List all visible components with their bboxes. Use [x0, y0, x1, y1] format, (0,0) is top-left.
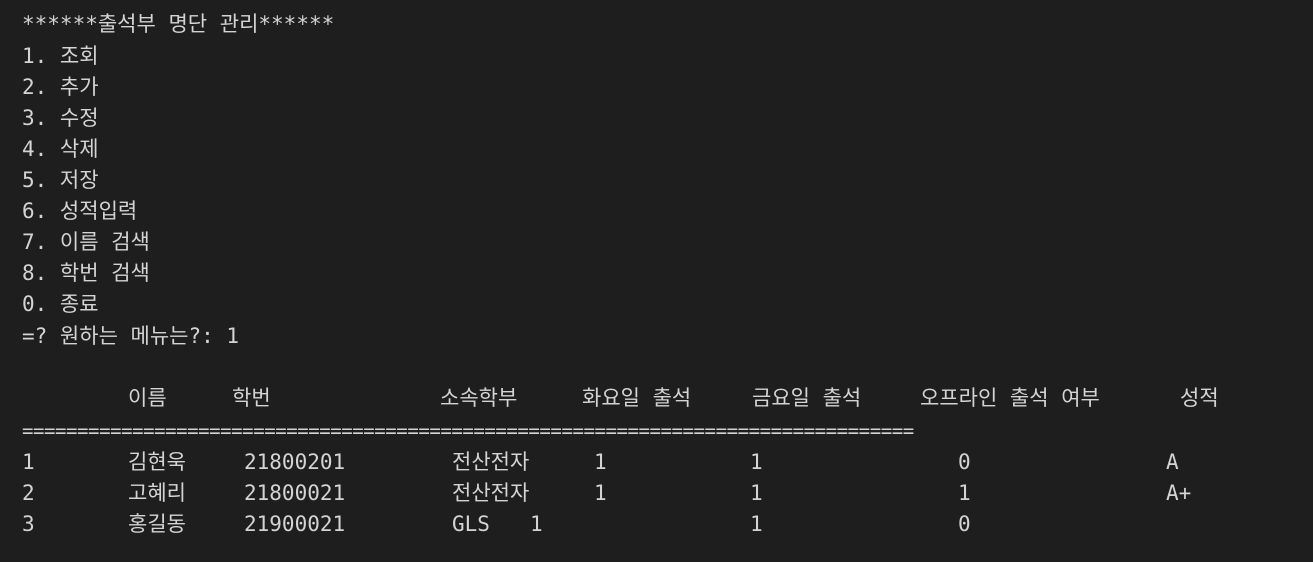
row-tuesday: 1	[594, 450, 607, 474]
row-number: 2	[22, 481, 35, 505]
row-name: 홍길동	[128, 512, 186, 536]
header-department: 소속학부	[440, 386, 518, 410]
row-student-id: 21800201	[244, 450, 346, 474]
row-department: GLS	[452, 512, 490, 536]
menu-item-grade-input: 6. 성적입력	[22, 199, 138, 223]
row-tuesday: 1	[594, 481, 607, 505]
header-student-id: 학번	[232, 386, 271, 410]
menu-item-exit: 0. 종료	[22, 292, 99, 316]
menu-item-edit: 3. 수정	[22, 106, 99, 130]
header-grade: 성적	[1180, 386, 1219, 410]
row-friday: 1	[750, 481, 763, 505]
row-offline: 1	[958, 481, 971, 505]
row-offline: 0	[958, 450, 971, 474]
header-friday: 금요일 출석	[752, 386, 862, 410]
header-tuesday: 화요일 출석	[582, 386, 692, 410]
menu-prompt[interactable]: =? 원하는 메뉴는?: 1	[22, 322, 239, 350]
row-number: 3	[22, 512, 35, 536]
row-tuesday: 1	[530, 512, 543, 536]
menu-item-view: 1. 조회	[22, 44, 99, 68]
menu-title: ******출석부 명단 관리******	[22, 12, 335, 36]
row-student-id: 21900021	[244, 512, 346, 536]
row-name: 고혜리	[128, 481, 186, 505]
menu-item-save: 5. 저장	[22, 168, 99, 192]
row-department: 전산전자	[452, 481, 530, 505]
header-name: 이름	[128, 386, 167, 410]
menu-item-id-search: 8. 학번 검색	[22, 261, 150, 285]
terminal-window: ******출석부 명단 관리****** 1. 조회 2. 추가 3. 수정 …	[0, 0, 1313, 562]
row-grade: A+	[1166, 481, 1192, 505]
row-student-id: 21800021	[244, 481, 346, 505]
row-friday: 1	[750, 450, 763, 474]
row-name: 김현욱	[128, 450, 186, 474]
menu-item-name-search: 7. 이름 검색	[22, 230, 150, 254]
row-friday: 1	[750, 512, 763, 536]
table-separator: ========================================…	[22, 420, 914, 442]
menu-item-add: 2. 추가	[22, 75, 99, 99]
row-department: 전산전자	[452, 450, 530, 474]
row-number: 1	[22, 450, 35, 474]
menu-item-delete: 4. 삭제	[22, 137, 99, 161]
row-offline: 0	[958, 512, 971, 536]
row-grade: A	[1166, 450, 1179, 474]
header-offline: 오프라인 출석 여부	[920, 386, 1100, 410]
